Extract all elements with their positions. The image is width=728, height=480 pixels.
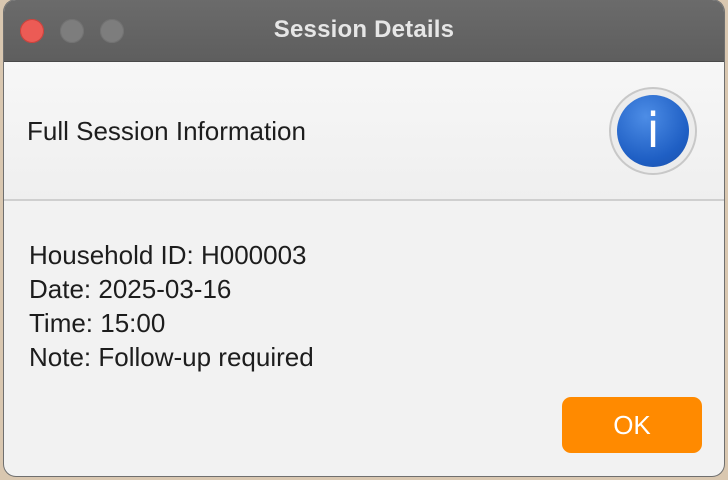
- date-text: Date: 2025-03-16: [29, 274, 232, 304]
- ok-button[interactable]: OK: [562, 397, 702, 453]
- info-icon-glyph: i: [617, 95, 689, 167]
- time-text: Time: 15:00: [29, 308, 166, 338]
- household-id-text: Household ID: H000003: [29, 240, 307, 270]
- session-details: Household ID: H000003 Date: 2025-03-16 T…: [29, 238, 314, 374]
- window-title: Session Details: [273, 16, 455, 43]
- info-icon: i: [611, 89, 695, 173]
- session-details-dialog: Session Details Full Session Information…: [4, 0, 724, 476]
- dialog-header: Full Session Information i: [4, 62, 724, 201]
- header-title: Full Session Information: [27, 116, 306, 146]
- note-text: Note: Follow-up required: [29, 342, 314, 372]
- title-bar[interactable]: Session Details: [4, 0, 724, 62]
